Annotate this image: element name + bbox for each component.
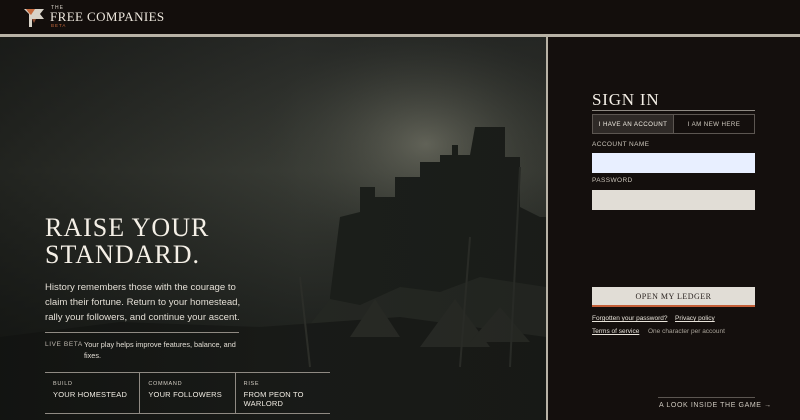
terms-of-service-link[interactable]: Terms of service (592, 328, 639, 335)
stat-value: FROM PEON TO WARLORD (243, 390, 304, 408)
tab-existing-account[interactable]: I HAVE AN ACCOUNT (593, 115, 674, 133)
stat-rise: RISE FROM PEON TO WARLORD (236, 373, 330, 413)
stat-key: RISE (243, 381, 260, 387)
stat-key: BUILD (53, 381, 73, 387)
sign-in-title-divider (592, 110, 755, 111)
peek-divider (658, 397, 755, 398)
hero-title: RAISE YOUR STANDARD. (45, 213, 210, 269)
open-ledger-button[interactable]: OPEN MY LEDGER (592, 287, 755, 307)
banner-logo-icon[interactable] (23, 6, 45, 28)
forgot-password-link[interactable]: Forgotten your password? (592, 315, 668, 322)
account-name-input[interactable] (592, 153, 755, 173)
password-input[interactable] (592, 190, 755, 210)
live-beta-label: LIVE BETA (45, 341, 83, 348)
brand-name[interactable]: FREE COMPANIES (50, 9, 165, 25)
stat-value: YOUR HOMESTEAD (53, 390, 128, 399)
stat-command: COMMAND YOUR FOLLOWERS (140, 373, 236, 413)
account-name-label: ACCOUNT NAME (592, 141, 650, 148)
privacy-policy-link[interactable]: Privacy policy (675, 315, 715, 322)
tab-new-account[interactable]: I AM NEW HERE (674, 115, 754, 133)
account-tabs: I HAVE AN ACCOUNT I AM NEW HERE (592, 114, 755, 134)
stat-key: COMMAND (148, 381, 183, 387)
live-beta-text: Your play helps improve features, balanc… (84, 340, 236, 360)
stat-value: YOUR FOLLOWERS (148, 390, 222, 399)
beta-divider (45, 332, 239, 333)
stat-build: BUILD YOUR HOMESTEAD (45, 373, 141, 413)
sign-in-panel (548, 37, 800, 420)
brand-beta-tag: BETA (51, 23, 67, 28)
sign-in-title: SIGN IN (592, 90, 660, 109)
look-inside-link[interactable]: A LOOK INSIDE THE GAME → (659, 402, 772, 409)
account-rule-note: One character per account (648, 328, 725, 335)
password-label: PASSWORD (592, 177, 633, 184)
feature-stats: BUILD YOUR HOMESTEAD COMMAND YOUR FOLLOW… (45, 372, 330, 414)
hero-description: History remembers those with the courage… (45, 282, 241, 323)
